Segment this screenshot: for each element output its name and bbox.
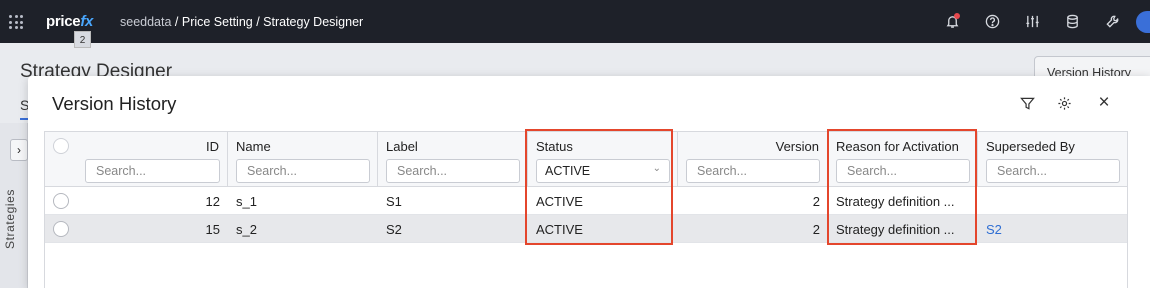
- table-row[interactable]: 12 s_1 S1 ACTIVE 2 Strategy definition .…: [45, 187, 1127, 215]
- breadcrumb-section[interactable]: Price Setting: [182, 15, 253, 29]
- cell-version: 2: [812, 222, 820, 237]
- column-reason: Reason for Activation: [828, 132, 978, 187]
- cell-reason: Strategy definition ...: [836, 194, 955, 209]
- version-search-input[interactable]: [686, 159, 820, 183]
- cell-status: ACTIVE: [536, 194, 583, 209]
- column-version-label[interactable]: Version: [776, 139, 819, 154]
- column-superseded-label[interactable]: Superseded By: [986, 139, 1075, 154]
- cell-superseded-link[interactable]: S2: [986, 222, 1002, 237]
- table-row[interactable]: 15 s_2 S2 ACTIVE 2 Strategy definition .…: [45, 215, 1127, 243]
- version-history-dialog: Version History × ID Name Label: [28, 76, 1150, 288]
- reason-search-input[interactable]: [836, 159, 970, 183]
- row-select-radio[interactable]: [53, 193, 69, 209]
- settings-icon[interactable]: [1055, 94, 1073, 112]
- name-search-input[interactable]: [236, 159, 370, 183]
- sliders-icon[interactable]: [1012, 0, 1052, 43]
- cell-name: s_1: [236, 194, 257, 209]
- cell-id: 12: [205, 194, 220, 209]
- column-id-label[interactable]: ID: [206, 139, 219, 154]
- column-version: Version: [678, 132, 828, 187]
- database-icon[interactable]: [1052, 0, 1092, 43]
- column-id: ID: [77, 132, 228, 187]
- cell-name: s_2: [236, 222, 257, 237]
- column-reason-label[interactable]: Reason for Activation: [836, 139, 959, 154]
- cell-reason: Strategy definition ...: [836, 222, 955, 237]
- label-search-input[interactable]: [386, 159, 520, 183]
- avatar[interactable]: [1136, 10, 1150, 33]
- dialog-title: Version History: [52, 93, 177, 114]
- version-badge: 2: [74, 31, 91, 48]
- help-icon[interactable]: [972, 0, 1012, 43]
- filter-icon[interactable]: [1018, 94, 1036, 112]
- version-history-grid: ID Name Label Status ACTIVE ⌄: [44, 131, 1128, 288]
- breadcrumb-env[interactable]: seeddata: [120, 15, 171, 29]
- column-status-label[interactable]: Status: [536, 139, 573, 154]
- close-icon[interactable]: ×: [1095, 92, 1113, 113]
- column-superseded: Superseded By: [978, 132, 1129, 187]
- column-label-label[interactable]: Label: [386, 139, 418, 154]
- column-name: Name: [228, 132, 378, 187]
- sidebar-label-strategies[interactable]: Strategies: [3, 189, 17, 249]
- select-all-cell: [45, 132, 77, 187]
- status-filter-select[interactable]: ACTIVE ⌄: [536, 159, 670, 183]
- breadcrumb-page: Strategy Designer: [263, 15, 364, 29]
- apps-grid-icon[interactable]: [9, 15, 23, 29]
- cell-status: ACTIVE: [536, 222, 583, 237]
- column-status: Status ACTIVE ⌄: [528, 132, 678, 187]
- notification-dot: [954, 13, 960, 19]
- top-bar: pricefx 2 seeddata / Price Setting / Str…: [0, 0, 1150, 48]
- id-search-input[interactable]: [85, 159, 220, 183]
- breadcrumb: seeddata / Price Setting / Strategy Desi…: [120, 15, 364, 29]
- grid-header: ID Name Label Status ACTIVE ⌄: [45, 132, 1127, 187]
- row-select-radio[interactable]: [53, 221, 69, 237]
- superseded-search-input[interactable]: [986, 159, 1120, 183]
- cell-label: S1: [386, 194, 402, 209]
- wrench-icon[interactable]: [1092, 0, 1132, 43]
- sidebar-toggle[interactable]: ›: [10, 139, 28, 161]
- column-name-label[interactable]: Name: [236, 139, 271, 154]
- column-label: Label: [378, 132, 528, 187]
- cell-label: S2: [386, 222, 402, 237]
- select-all-radio[interactable]: [53, 138, 69, 154]
- cell-version: 2: [812, 194, 820, 209]
- cell-id: 15: [205, 222, 220, 237]
- bell-icon[interactable]: [932, 0, 972, 43]
- pricefx-logo[interactable]: pricefx: [46, 13, 93, 30]
- chevron-down-icon: ⌄: [652, 163, 661, 174]
